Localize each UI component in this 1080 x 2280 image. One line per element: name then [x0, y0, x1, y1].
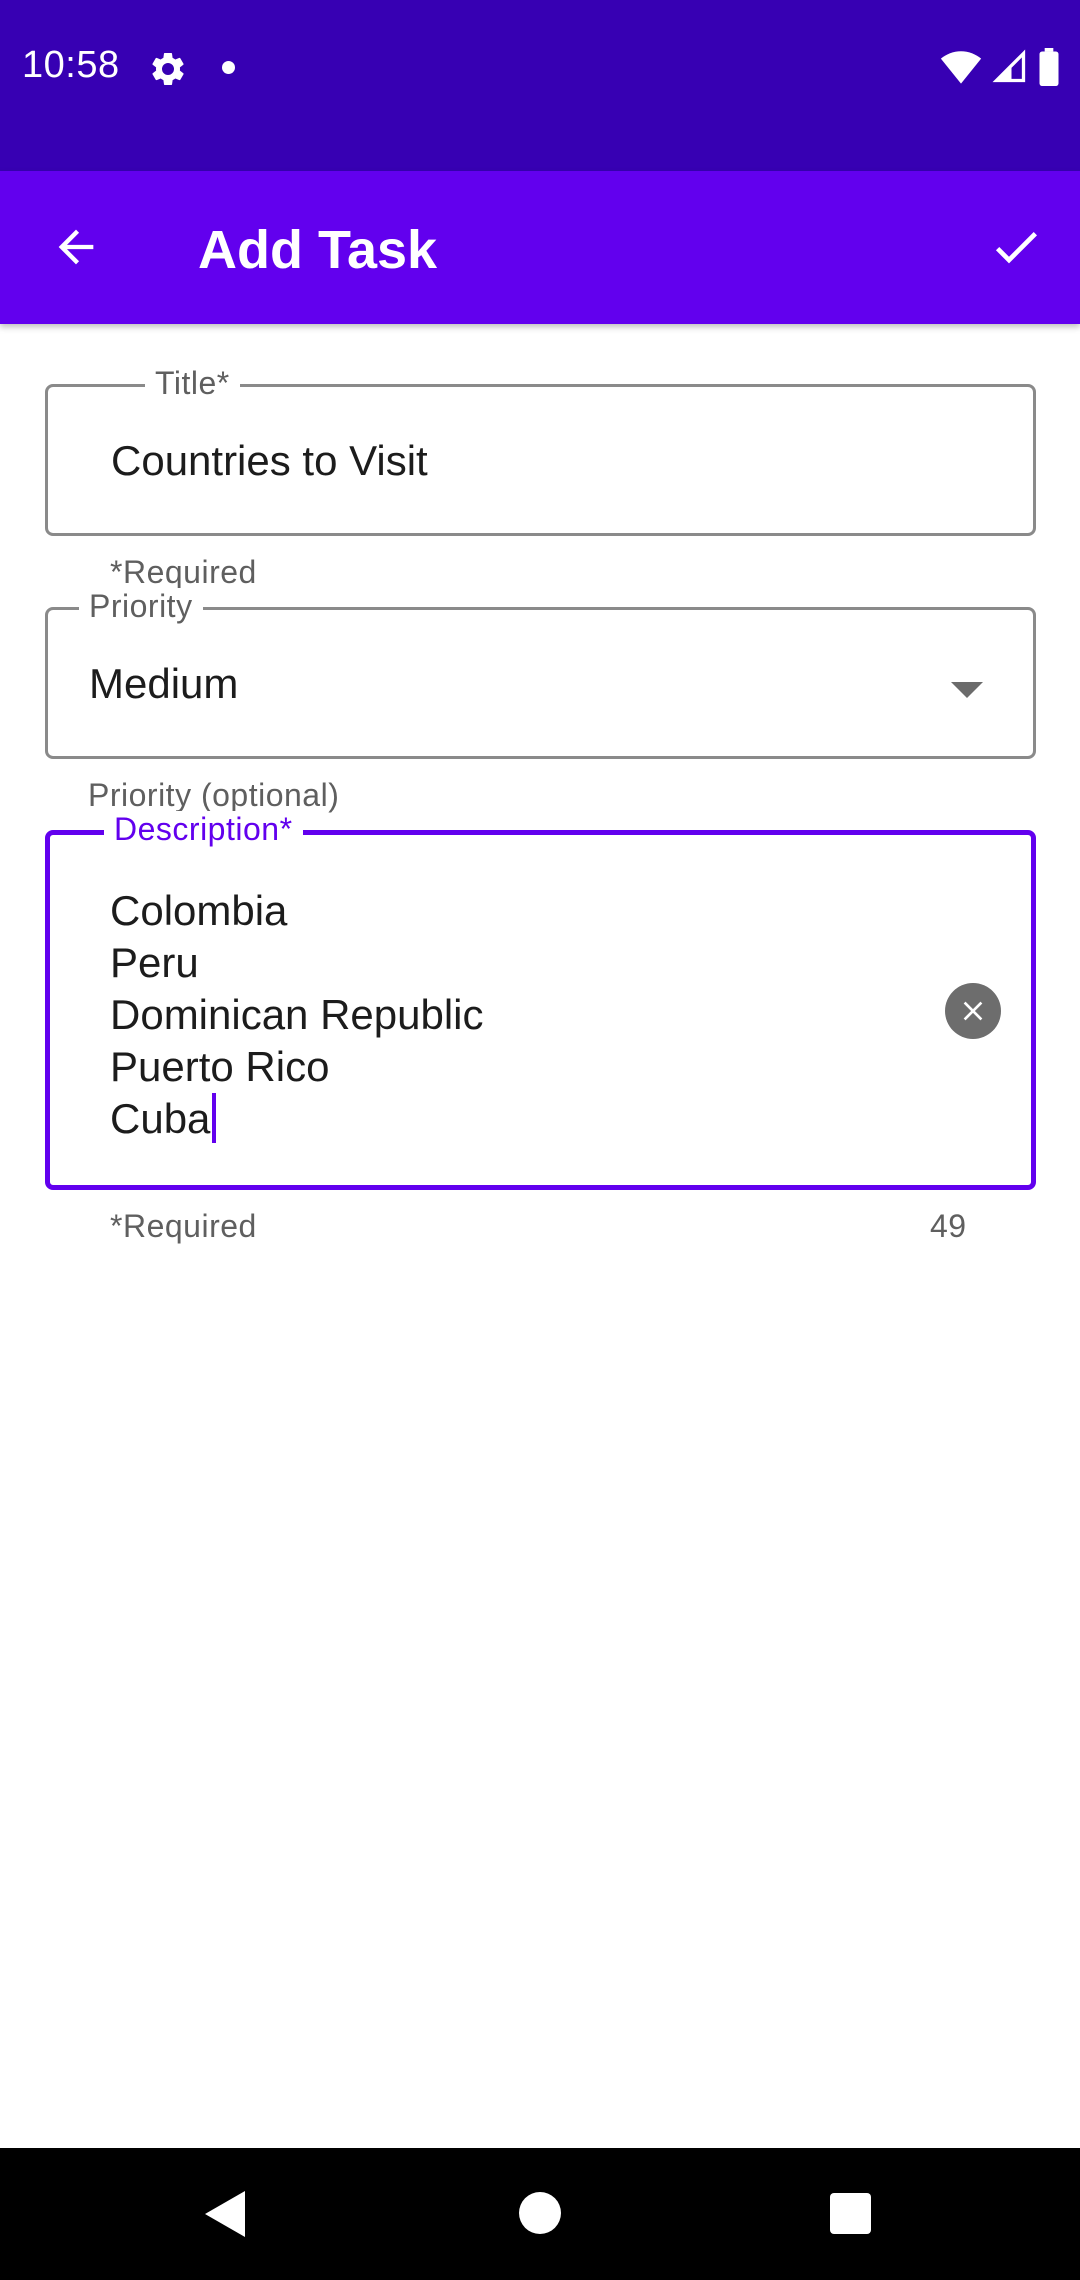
- priority-dropdown[interactable]: Priority Medium: [45, 588, 1036, 759]
- priority-field-label: Priority: [79, 588, 203, 625]
- close-icon: [963, 1001, 983, 1021]
- arrow-back-icon: [58, 229, 94, 265]
- priority-selected-value: Medium: [89, 660, 239, 707]
- signal-icon: [992, 49, 1028, 90]
- text-cursor: [212, 1093, 217, 1143]
- nav-home-icon[interactable]: [519, 2192, 561, 2234]
- description-input[interactable]: Colombia Peru Dominican Republic Puerto …: [110, 885, 484, 1145]
- system-nav-bar: [0, 2148, 1080, 2280]
- title-field-label: Title*: [145, 365, 240, 402]
- status-time: 10:58: [22, 44, 120, 86]
- nav-back-icon[interactable]: [205, 2191, 245, 2242]
- check-icon: [995, 232, 1037, 264]
- title-field[interactable]: Title* Countries to Visit: [45, 365, 1036, 536]
- battery-icon: [1038, 48, 1060, 91]
- notification-dot-icon: [222, 61, 235, 74]
- dropdown-arrow-icon[interactable]: [951, 682, 983, 698]
- status-icons: [940, 48, 1060, 91]
- nav-recents-icon[interactable]: [830, 2193, 871, 2234]
- description-line: Dominican Republic: [110, 991, 484, 1038]
- description-line: Peru: [110, 939, 199, 986]
- description-line: Puerto Rico: [110, 1043, 330, 1090]
- title-helper-text: *Required: [110, 554, 257, 590]
- title-input-value[interactable]: Countries to Visit: [111, 437, 428, 485]
- description-helper-text: *Required: [110, 1208, 257, 1244]
- back-button[interactable]: [40, 211, 112, 283]
- clear-text-button[interactable]: [945, 983, 1001, 1039]
- description-field-label: Description*: [104, 811, 303, 848]
- settings-icon: [148, 49, 188, 89]
- description-line: Cuba: [110, 1095, 211, 1142]
- save-button[interactable]: [976, 207, 1056, 287]
- app-bar: Add Task: [0, 171, 1080, 324]
- priority-helper-text: Priority (optional): [88, 777, 340, 813]
- status-bar: 10:58: [0, 0, 1080, 171]
- wifi-icon: [940, 49, 982, 90]
- description-line: Colombia: [110, 887, 288, 934]
- description-last-line: Cuba: [110, 1093, 484, 1145]
- description-field[interactable]: Description* Colombia Peru Dominican Rep…: [45, 811, 1036, 1190]
- page-title: Add Task: [198, 220, 438, 280]
- character-counter: 49: [930, 1208, 967, 1244]
